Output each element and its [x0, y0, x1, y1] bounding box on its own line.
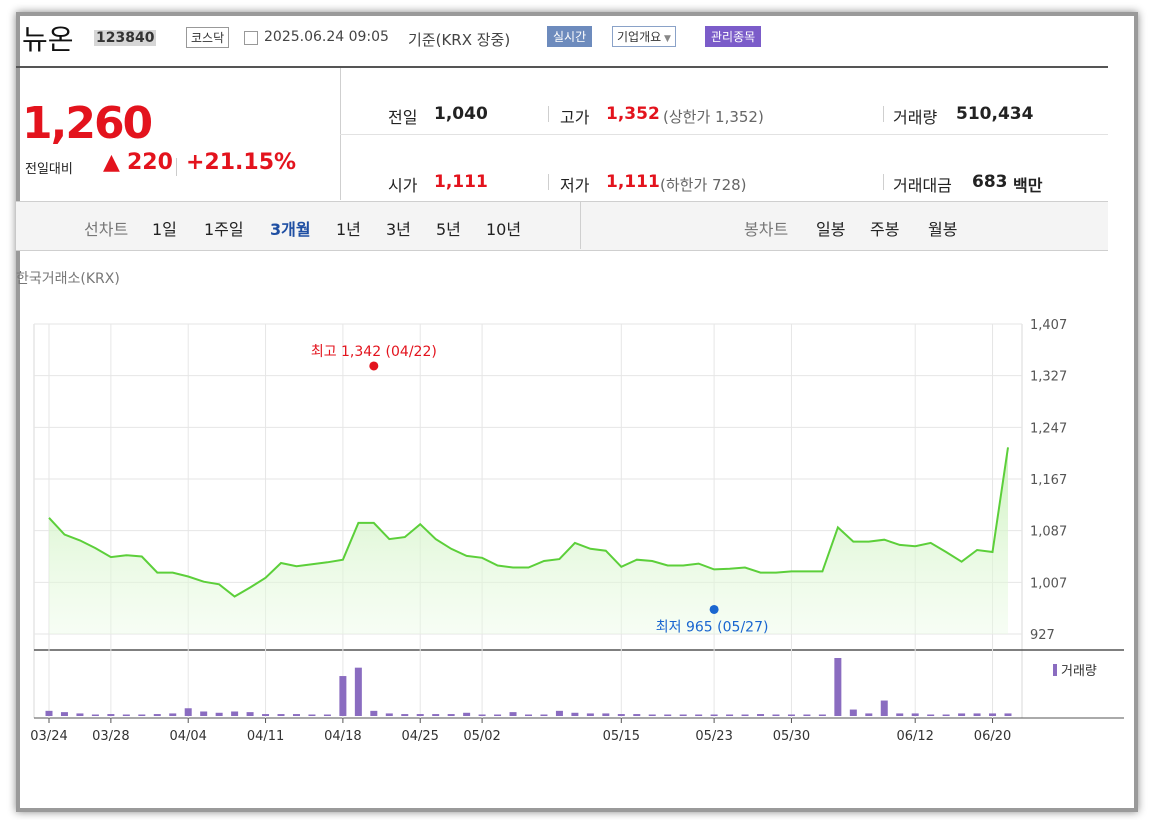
volume-bar	[1004, 713, 1012, 716]
volume-bar	[385, 713, 393, 716]
x-tick-label: 04/04	[169, 729, 206, 744]
volume-bar	[215, 712, 223, 716]
x-tick-label: 05/02	[463, 729, 500, 744]
volume-legend-swatch	[1053, 664, 1057, 676]
min-point-marker	[709, 604, 719, 614]
volume-bar	[741, 714, 749, 716]
volume-bar	[509, 712, 517, 716]
y-tick-label: 1,247	[1030, 421, 1067, 436]
volume-bar	[339, 676, 347, 716]
volume-bar	[633, 714, 641, 716]
volume-bar	[896, 713, 904, 716]
volume-bar	[153, 714, 161, 716]
volume-bar	[432, 714, 440, 716]
volume-bar	[911, 713, 919, 716]
volume-bar	[262, 714, 270, 716]
volume-bar	[602, 713, 610, 716]
x-tick-label: 05/30	[773, 729, 810, 744]
volume-bar	[958, 713, 966, 716]
volume-bar	[834, 658, 842, 716]
volume-bar	[571, 712, 579, 716]
volume-bar	[617, 714, 625, 716]
max-point-label: 최고 1,342 (04/22)	[311, 344, 437, 360]
volume-bar	[710, 714, 718, 716]
x-tick-label: 03/28	[92, 729, 129, 744]
volume-bar	[122, 714, 130, 716]
volume-bar	[973, 713, 981, 716]
volume-bar	[200, 711, 208, 716]
volume-bar	[169, 713, 177, 716]
volume-bar	[91, 714, 99, 716]
x-tick-label: 05/15	[603, 729, 640, 744]
volume-bar	[478, 714, 486, 716]
y-tick-label: 1,327	[1030, 370, 1067, 385]
volume-bar	[772, 714, 780, 716]
volume-bar	[323, 714, 331, 716]
volume-bar	[76, 713, 84, 716]
volume-bar	[107, 714, 115, 716]
volume-bar	[277, 714, 285, 716]
volume-bar	[927, 714, 935, 716]
volume-bar	[989, 713, 997, 716]
y-tick-label: 1,007	[1030, 576, 1067, 591]
min-point-label: 최저 965 (05/27)	[656, 619, 769, 635]
volume-bar	[586, 713, 594, 716]
x-tick-label: 04/11	[247, 729, 284, 744]
volume-bar	[726, 714, 734, 716]
volume-bar	[787, 714, 795, 716]
volume-bar	[231, 711, 239, 716]
x-tick-label: 04/18	[324, 729, 361, 744]
volume-bar	[865, 713, 873, 716]
volume-bar	[555, 710, 563, 716]
volume-legend-label: 거래량	[1061, 664, 1097, 679]
volume-bar	[525, 714, 532, 716]
volume-bar	[370, 710, 378, 716]
volume-bar	[942, 714, 950, 716]
volume-bar	[679, 714, 687, 716]
x-tick-label: 05/23	[695, 729, 732, 744]
y-tick-label: 1,167	[1030, 473, 1067, 488]
volume-bar	[664, 714, 672, 716]
x-tick-label: 04/25	[401, 729, 438, 744]
x-tick-label: 06/20	[974, 729, 1011, 744]
y-tick-label: 1,087	[1030, 525, 1067, 540]
volume-bar	[695, 714, 703, 716]
volume-bar	[308, 714, 316, 716]
volume-bar	[849, 709, 857, 716]
volume-bar	[354, 667, 362, 716]
volume-bar	[648, 714, 656, 716]
volume-bar	[60, 712, 68, 716]
x-tick-label: 06/12	[896, 729, 933, 744]
max-point-marker	[369, 361, 379, 371]
y-tick-label: 1,407	[1030, 318, 1067, 333]
volume-bar	[246, 712, 254, 716]
volume-bar	[880, 700, 888, 716]
volume-bar	[45, 710, 53, 716]
volume-bar	[494, 714, 502, 716]
price-chart: 최고 1,342 (04/22) 최저 965 (05/27) 거래량 1,407…	[30, 318, 1124, 744]
x-tick-label: 03/24	[30, 729, 67, 744]
volume-bar	[803, 714, 811, 716]
volume-bar	[540, 714, 548, 716]
volume-bar	[138, 714, 146, 716]
volume-bar	[416, 714, 424, 716]
volume-bar	[447, 714, 455, 716]
volume-bar	[818, 714, 826, 716]
volume-bar	[463, 712, 471, 716]
volume-bar	[757, 714, 765, 716]
volume-bar	[292, 714, 300, 716]
volume-bar	[401, 714, 409, 716]
y-tick-label: 927	[1030, 628, 1055, 643]
volume-bar	[184, 708, 192, 716]
